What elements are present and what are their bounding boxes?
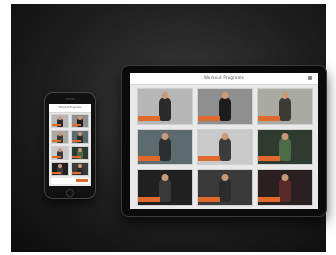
workout-label-badge (258, 197, 280, 202)
phone-header-bar: Workout Programs (49, 104, 91, 113)
phone-workout-tile[interactable] (51, 146, 69, 160)
tablet-workout-tile[interactable] (257, 88, 313, 125)
workout-label-badge (198, 115, 220, 121)
tablet-device: Workout Programs (122, 66, 326, 216)
athlete-figure (279, 137, 291, 162)
workout-label-badge (72, 140, 81, 142)
tablet-workout-tile[interactable] (197, 169, 253, 206)
athlete-photo (281, 133, 289, 141)
athlete-photo (281, 173, 289, 181)
tablet-workout-grid (137, 88, 313, 206)
phone-speaker (65, 98, 75, 100)
athlete-figure (279, 177, 291, 202)
tablet-workout-tile[interactable] (137, 128, 193, 166)
tablet-workout-tile[interactable] (137, 169, 193, 206)
phone-screen: Workout Programs (49, 104, 91, 186)
workout-label-badge (72, 156, 81, 158)
phone-workout-tile[interactable] (71, 114, 89, 128)
tablet-screen: Workout Programs (130, 73, 318, 209)
athlete-photo (78, 116, 82, 121)
workout-label-badge (52, 172, 61, 174)
athlete-figure (219, 137, 231, 162)
tablet-app-title: Workout Programs (204, 75, 244, 80)
workout-label-badge (72, 124, 81, 126)
workout-label-badge (52, 124, 61, 126)
athlete-figure (159, 177, 171, 202)
phone-workout-tile[interactable] (71, 130, 89, 144)
workout-label-badge (198, 156, 220, 162)
phone-workout-tile[interactable] (51, 114, 69, 128)
athlete-photo (78, 132, 82, 137)
workout-label-badge (52, 156, 61, 158)
phone-workout-grid (51, 114, 89, 176)
workout-label-badge (52, 140, 61, 142)
tablet-workout-tile[interactable] (197, 88, 253, 125)
athlete-photo (58, 132, 62, 137)
menu-icon[interactable] (308, 76, 312, 80)
workout-label-badge (138, 197, 160, 202)
home-button-icon[interactable] (66, 189, 74, 197)
athlete-photo (281, 92, 289, 100)
phone-app-title: Workout Programs (58, 106, 82, 109)
product-mockup-background: Workout Programs Workout Programs (11, 4, 326, 252)
athlete-photo (78, 164, 82, 169)
workout-label-badge (72, 172, 81, 174)
tablet-workout-tile[interactable] (257, 169, 313, 206)
phone-workout-tile[interactable] (71, 146, 89, 160)
athlete-photo (58, 148, 62, 153)
workout-label-badge (198, 197, 220, 202)
athlete-photo (221, 133, 229, 141)
phone-workout-tile[interactable] (51, 162, 69, 176)
tablet-workout-tile[interactable] (257, 128, 313, 166)
workout-label-badge (138, 156, 160, 162)
tablet-header-bar: Workout Programs (130, 73, 318, 85)
phone-action-button[interactable] (76, 179, 88, 182)
tablet-workout-tile[interactable] (137, 88, 193, 125)
athlete-photo (58, 116, 62, 121)
athlete-figure (159, 137, 171, 162)
phone-workout-tile[interactable] (51, 130, 69, 144)
athlete-figure (279, 96, 291, 121)
workout-label-badge (138, 115, 160, 121)
athlete-figure (219, 177, 231, 202)
athlete-photo (221, 92, 229, 100)
tablet-workout-tile[interactable] (197, 128, 253, 166)
athlete-photo (161, 133, 169, 141)
athlete-photo (58, 164, 62, 169)
athlete-photo (78, 148, 82, 153)
athlete-figure (219, 96, 231, 121)
athlete-photo (221, 173, 229, 181)
phone-device: Workout Programs (45, 93, 95, 198)
athlete-figure (159, 96, 171, 121)
workout-label-badge (258, 115, 280, 121)
athlete-photo (161, 173, 169, 181)
phone-footer (51, 178, 89, 184)
phone-workout-tile[interactable] (71, 162, 89, 176)
workout-label-badge (258, 156, 280, 162)
athlete-photo (161, 92, 169, 100)
